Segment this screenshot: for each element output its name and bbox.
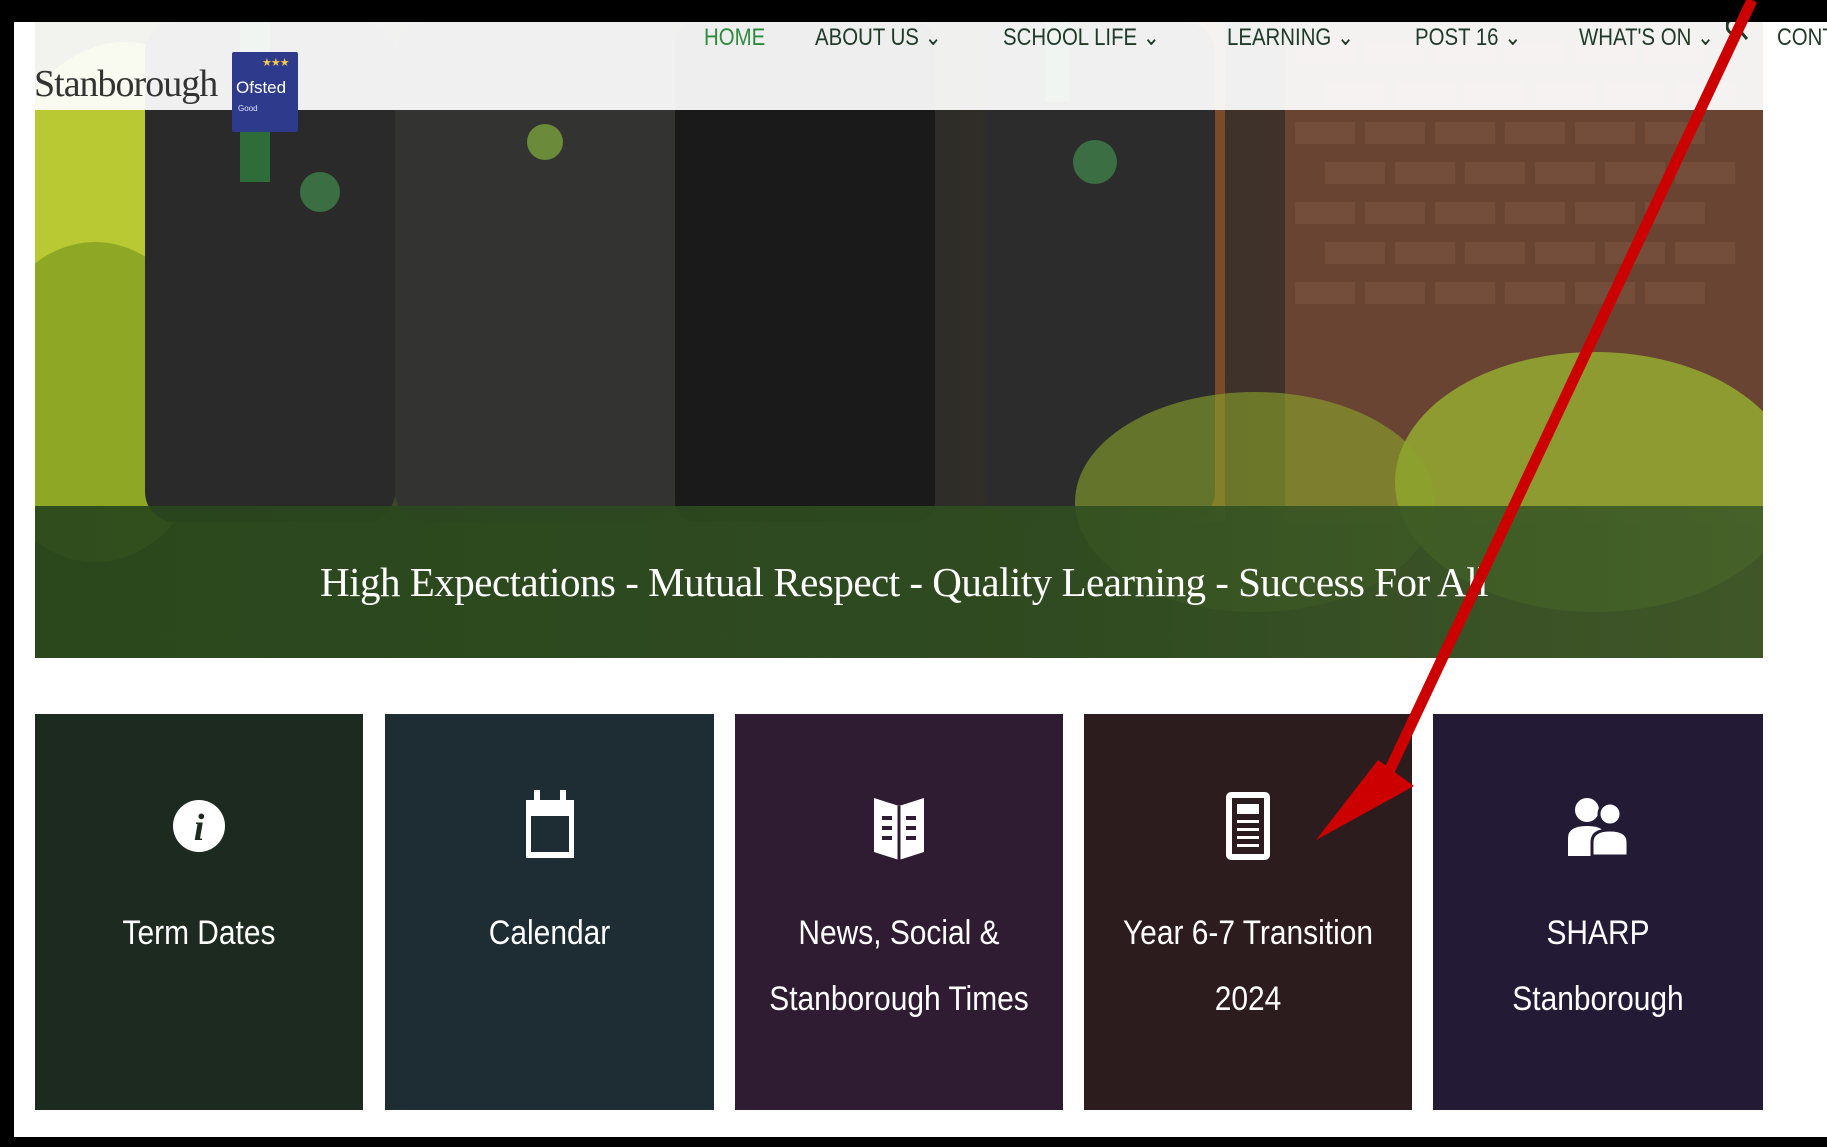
ofsted-badge[interactable]: ★★★ Ofsted Good bbox=[232, 52, 298, 132]
ofsted-rating: Good bbox=[238, 104, 258, 113]
tile-term-dates[interactable]: i Term Dates bbox=[35, 714, 363, 1110]
tile-sharp[interactable]: SHARP Stanborough bbox=[1433, 714, 1763, 1110]
nav-school-life[interactable]: SCHOOL LIFE ⌄ bbox=[1003, 22, 1160, 50]
tile-label: SHARP Stanborough bbox=[1512, 914, 1684, 1018]
ofsted-text: Ofsted bbox=[236, 78, 287, 97]
nav-whats-on[interactable]: WHAT'S ON ⌄ bbox=[1579, 22, 1714, 50]
nav-learning[interactable]: LEARNING ⌄ bbox=[1227, 22, 1354, 50]
users-icon bbox=[1565, 786, 1631, 866]
document-icon bbox=[1215, 786, 1281, 866]
search-icon[interactable] bbox=[1725, 16, 1749, 52]
tile-calendar[interactable]: Calendar bbox=[385, 714, 714, 1110]
frame-bottom bbox=[0, 1137, 1827, 1147]
svg-text:i: i bbox=[194, 807, 205, 849]
calendar-icon bbox=[517, 786, 583, 866]
main-nav: HOME ABOUT US ⌄ SCHOOL LIFE ⌄ LEARNING ⌄… bbox=[704, 22, 1827, 56]
tile-year-transition[interactable]: Year 6-7 Transition 2024 bbox=[1084, 714, 1412, 1110]
ofsted-stars: ★★★ bbox=[262, 57, 290, 69]
tile-label: News, Social & Stanborough Times bbox=[769, 914, 1029, 1018]
frame-left bbox=[0, 0, 14, 1147]
nav-post-16[interactable]: POST 16 ⌄ bbox=[1415, 22, 1521, 50]
tile-label: Term Dates bbox=[122, 914, 276, 952]
hero-tagline: High Expectations - Mutual Respect - Qua… bbox=[319, 559, 1489, 605]
book-icon bbox=[866, 786, 932, 866]
site-logo[interactable]: Stanborough bbox=[34, 62, 218, 106]
tile-news-social[interactable]: News, Social & Stanborough Times bbox=[735, 714, 1063, 1110]
frame-top bbox=[0, 0, 1827, 22]
info-icon: i bbox=[166, 786, 232, 866]
tile-label: Calendar bbox=[488, 914, 611, 952]
nav-contact[interactable]: CONTACT bbox=[1777, 22, 1827, 50]
nav-home[interactable]: HOME bbox=[704, 22, 765, 50]
site-header: Stanborough ★★★ Ofsted Good HOME ABOUT U… bbox=[14, 16, 1827, 132]
tile-label: Year 6-7 Transition 2024 bbox=[1122, 914, 1374, 1018]
nav-about-us[interactable]: ABOUT US ⌄ bbox=[815, 22, 942, 50]
